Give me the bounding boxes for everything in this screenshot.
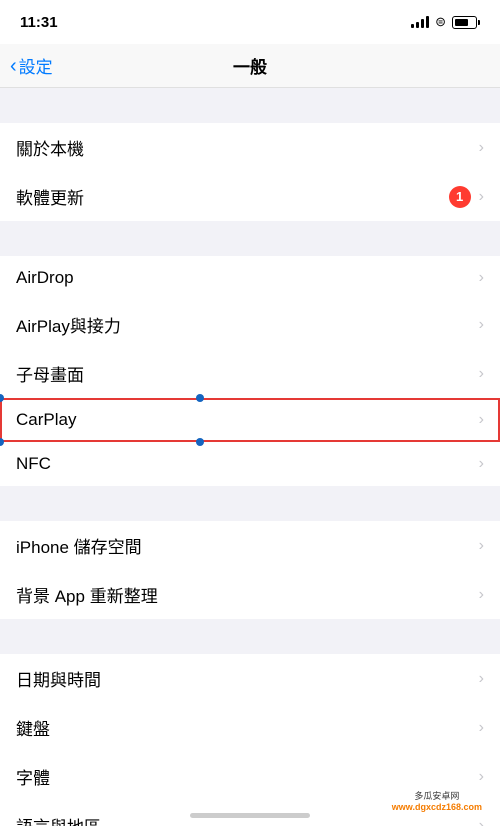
section-2: AirDrop › AirPlay與接力 › 子母畫面 › CarPlay xyxy=(0,256,500,486)
chevron-keyboard: › xyxy=(479,719,484,737)
section-3: iPhone 儲存空間 › 背景 App 重新整理 › xyxy=(0,521,500,619)
list-item-nfc-label: NFC xyxy=(16,454,51,474)
chevron-about: › xyxy=(479,139,484,157)
nav-title: 一般 xyxy=(233,53,267,78)
list-item-iphone-storage[interactable]: iPhone 儲存空間 › xyxy=(0,521,500,570)
list-item-about-label: 關於本機 xyxy=(16,135,84,160)
list-item-nfc-right: › xyxy=(479,455,484,473)
list-item-iphone-storage-label: iPhone 儲存空間 xyxy=(16,533,142,558)
nav-back-label: 設定 xyxy=(19,53,53,78)
list-item-carplay-label: CarPlay xyxy=(16,410,76,430)
list-item-background-refresh[interactable]: 背景 App 重新整理 › xyxy=(0,570,500,619)
list-item-language-region-label: 語言與地區 xyxy=(16,813,101,826)
chevron-date-time: › xyxy=(479,670,484,688)
list-item-date-time[interactable]: 日期與時間 › xyxy=(0,654,500,703)
list-item-language-region-right: › xyxy=(479,817,484,826)
battery-icon xyxy=(452,16,480,29)
list-item-airdrop-label: AirDrop xyxy=(16,268,74,288)
list-item-background-refresh-label: 背景 App 重新整理 xyxy=(16,582,158,607)
list-item-date-time-label: 日期與時間 xyxy=(16,666,101,691)
list-item-airplay-label: AirPlay與接力 xyxy=(16,312,121,337)
list-item-keyboard[interactable]: 鍵盤 › xyxy=(0,703,500,752)
nav-back-chevron: ‹ xyxy=(10,56,17,76)
list-item-software-update[interactable]: 軟體更新 1 › xyxy=(0,172,500,221)
list-item-software-update-label: 軟體更新 xyxy=(16,184,84,209)
chevron-airplay: › xyxy=(479,316,484,334)
status-icons: ⊜ xyxy=(411,14,480,30)
list-item-about[interactable]: 關於本機 › xyxy=(0,123,500,172)
list-item-nfc[interactable]: NFC › xyxy=(0,442,500,486)
list-item-fonts-label: 字體 xyxy=(16,764,50,789)
list-item-airplay-right: › xyxy=(479,316,484,334)
chevron-iphone-storage: › xyxy=(479,537,484,555)
chevron-language-region: › xyxy=(479,817,484,826)
section-gap-4 xyxy=(0,619,500,654)
list-item-keyboard-label: 鍵盤 xyxy=(16,715,50,740)
section-gap-1 xyxy=(0,88,500,123)
list-item-carplay-right: › xyxy=(479,411,484,429)
list-item-about-right: › xyxy=(479,139,484,157)
status-time: 11:31 xyxy=(20,14,58,31)
nav-bar: ‹ 設定 一般 xyxy=(0,44,500,88)
watermark-top: 多瓜安卓网 xyxy=(392,789,482,802)
nav-back-button[interactable]: ‹ 設定 xyxy=(10,53,53,78)
chevron-software-update: › xyxy=(479,188,484,206)
chevron-pip: › xyxy=(479,365,484,383)
list-item-pip-label: 子母畫面 xyxy=(16,361,84,386)
list-item-picture-in-picture[interactable]: 子母畫面 › xyxy=(0,349,500,398)
section-gap-3 xyxy=(0,486,500,521)
list-item-airdrop[interactable]: AirDrop › xyxy=(0,256,500,300)
list-item-airdrop-right: › xyxy=(479,269,484,287)
corner-dot-br xyxy=(196,438,204,446)
list-item-date-time-right: › xyxy=(479,670,484,688)
watermark-bottom: www.dgxcdz168.com xyxy=(392,802,482,812)
list-item-pip-right: › xyxy=(479,365,484,383)
chevron-background-refresh: › xyxy=(479,586,484,604)
status-bar: 11:31 ⊜ xyxy=(0,0,500,44)
list-item-carplay[interactable]: CarPlay › xyxy=(0,398,500,442)
chevron-nfc: › xyxy=(479,455,484,473)
watermark: 多瓜安卓网 www.dgxcdz168.com xyxy=(384,785,490,816)
section-1: 關於本機 › 軟體更新 1 › xyxy=(0,123,500,221)
wifi-icon: ⊜ xyxy=(435,14,446,30)
software-update-badge: 1 xyxy=(449,186,471,208)
content-area: 關於本機 › 軟體更新 1 › AirDrop › AirPlay與接力 › xyxy=(0,88,500,826)
section-gap-2 xyxy=(0,221,500,256)
list-item-airplay[interactable]: AirPlay與接力 › xyxy=(0,300,500,349)
home-indicator xyxy=(190,813,310,818)
list-item-background-refresh-right: › xyxy=(479,586,484,604)
chevron-airdrop: › xyxy=(479,269,484,287)
corner-dot-tr xyxy=(196,394,204,402)
list-item-iphone-storage-right: › xyxy=(479,537,484,555)
chevron-fonts: › xyxy=(479,768,484,786)
signal-icon xyxy=(411,16,429,28)
carplay-wrapper: CarPlay › xyxy=(0,398,500,442)
chevron-carplay: › xyxy=(479,411,484,429)
list-item-keyboard-right: › xyxy=(479,719,484,737)
list-item-software-update-right: 1 › xyxy=(449,186,484,208)
list-item-fonts-right: › xyxy=(479,768,484,786)
